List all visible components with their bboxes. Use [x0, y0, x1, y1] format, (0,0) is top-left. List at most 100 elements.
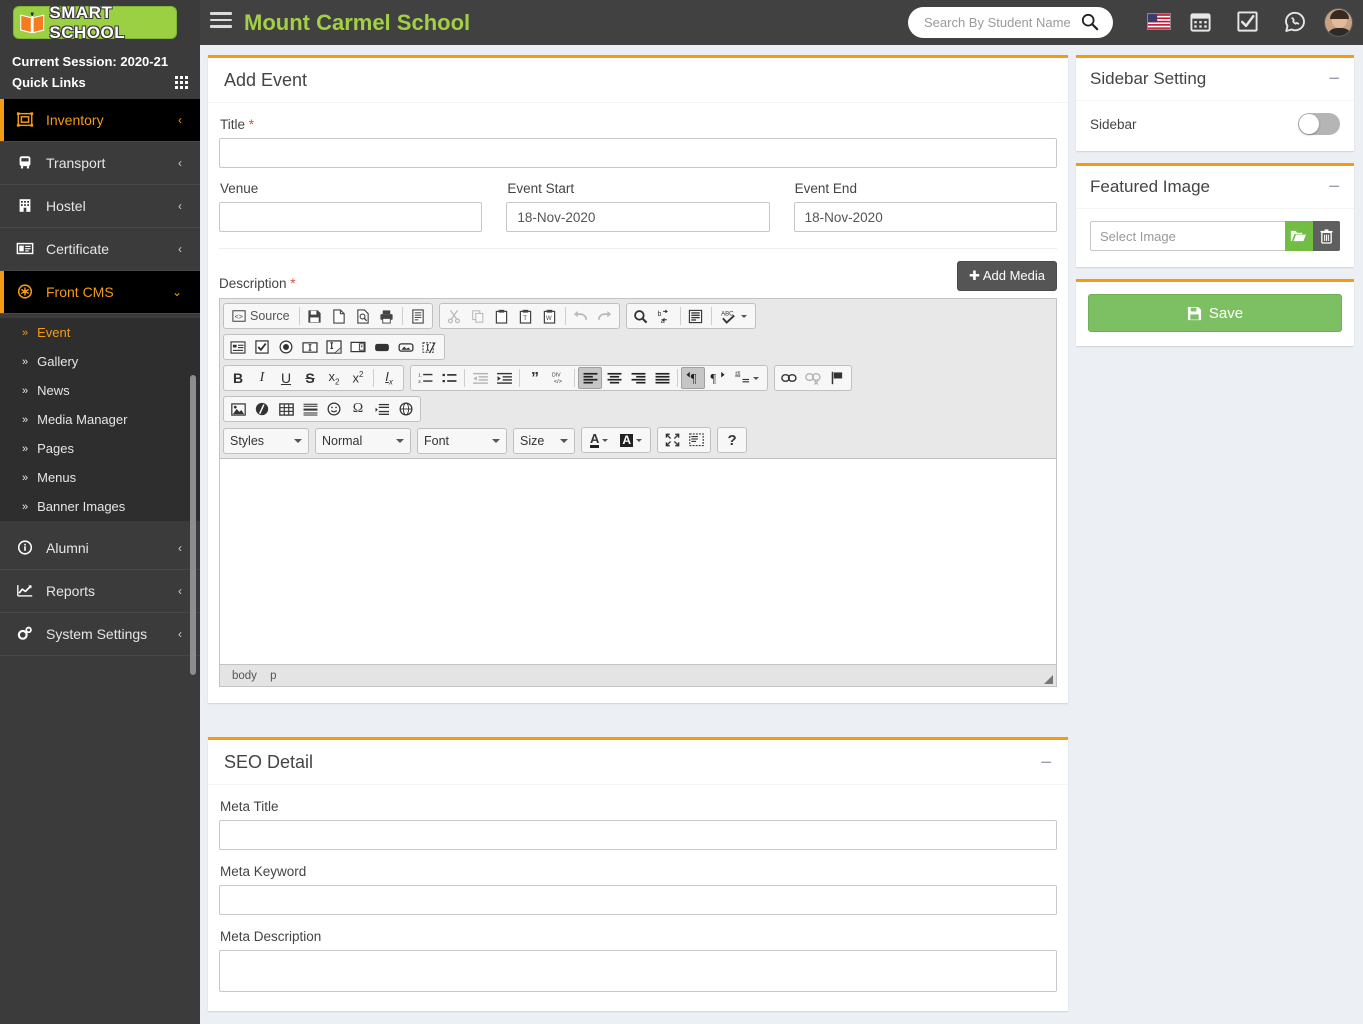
sidebar-scrollbar[interactable]	[190, 375, 196, 675]
chevron-down-icon[interactable]	[753, 376, 759, 380]
checkbox-icon[interactable]	[1236, 10, 1262, 36]
link-icon[interactable]	[777, 367, 801, 389]
outdent-icon[interactable]	[468, 367, 492, 389]
background-color-icon[interactable]: A	[614, 429, 648, 451]
calendar-icon[interactable]	[1189, 10, 1215, 36]
smiley-icon[interactable]	[322, 398, 346, 420]
collapse-icon[interactable]: −	[1328, 177, 1340, 197]
editor-resize-handle[interactable]	[1044, 675, 1053, 684]
save-icon[interactable]	[303, 305, 327, 327]
textarea-icon[interactable]	[322, 336, 346, 358]
language-icon[interactable]: 語	[729, 367, 765, 389]
new-page-icon[interactable]	[327, 305, 351, 327]
superscript-icon[interactable]: x2	[346, 367, 370, 389]
meta-title-input[interactable]	[219, 820, 1057, 850]
sidebar-item-hostel[interactable]: Hostel ‹	[0, 185, 200, 228]
italic-icon[interactable]: I	[250, 367, 274, 389]
subscript-icon[interactable]: x2	[322, 367, 346, 389]
source-icon[interactable]: <> Source	[226, 305, 296, 327]
align-left-icon[interactable]	[578, 367, 602, 389]
about-icon[interactable]: ?	[720, 429, 744, 451]
folder-open-icon[interactable]	[1285, 221, 1313, 251]
radio-icon[interactable]	[274, 336, 298, 358]
sidebar-item-media-manager[interactable]: » Media Manager	[0, 405, 200, 434]
font-select[interactable]: Font	[417, 428, 507, 454]
form-icon[interactable]	[226, 336, 250, 358]
chevron-down-icon[interactable]	[740, 314, 747, 318]
sidebar-item-certificate[interactable]: Certificate ‹	[0, 228, 200, 271]
remove-format-icon[interactable]: Ix	[377, 367, 401, 389]
breadcrumb-p[interactable]: p	[270, 670, 276, 682]
format-select[interactable]: Normal	[315, 428, 411, 454]
special-char-icon[interactable]: Ω	[346, 398, 370, 420]
size-select[interactable]: Size	[513, 428, 575, 454]
event-end-input[interactable]	[793, 202, 1057, 232]
search-input[interactable]	[922, 7, 1072, 38]
smart-school-logo[interactable]: SMART SCHOOL	[13, 3, 177, 42]
sidebar-item-event[interactable]: » Event	[0, 318, 200, 347]
sidebar-item-transport[interactable]: Transport ‹	[0, 142, 200, 185]
select-field-icon[interactable]	[346, 336, 370, 358]
hidden-field-icon[interactable]	[418, 336, 442, 358]
spellcheck-icon[interactable]: ABC	[715, 305, 753, 327]
breadcrumb-body[interactable]: body	[232, 670, 257, 682]
replace-icon[interactable]: ba	[653, 305, 677, 327]
flash-icon[interactable]	[250, 398, 274, 420]
show-blocks-icon[interactable]	[684, 429, 708, 451]
sidebar-item-news[interactable]: » News	[0, 376, 200, 405]
sidebar-item-gallery[interactable]: » Gallery	[0, 347, 200, 376]
maximize-icon[interactable]	[660, 429, 684, 451]
logo-container[interactable]: SMART SCHOOL	[0, 0, 200, 45]
strike-icon[interactable]: S	[298, 367, 322, 389]
justify-icon[interactable]	[650, 367, 674, 389]
styles-select[interactable]: Styles	[223, 428, 309, 454]
blockquote-icon[interactable]: ”	[523, 367, 547, 389]
quick-links-row[interactable]: Quick Links	[0, 69, 200, 99]
whatsapp-icon[interactable]	[1283, 10, 1309, 36]
meta-description-textarea[interactable]	[219, 950, 1057, 992]
underline-icon[interactable]: U	[274, 367, 298, 389]
sidebar-item-pages[interactable]: » Pages	[0, 434, 200, 463]
numbered-list-icon[interactable]: 1. 2.	[413, 367, 437, 389]
cut-icon[interactable]	[442, 305, 466, 327]
redo-icon[interactable]	[593, 305, 617, 327]
search-icon[interactable]	[1081, 13, 1099, 31]
sidebar-item-alumni[interactable]: Alumni ‹	[0, 527, 200, 570]
paste-word-icon[interactable]: W	[538, 305, 562, 327]
title-input[interactable]	[219, 138, 1057, 168]
editor-content-area[interactable]	[220, 459, 1056, 664]
meta-keyword-input[interactable]	[219, 885, 1057, 915]
image-icon[interactable]	[226, 398, 250, 420]
trash-icon[interactable]	[1312, 221, 1340, 251]
iframe-icon[interactable]	[394, 398, 418, 420]
paste-icon[interactable]	[490, 305, 514, 327]
find-icon[interactable]	[629, 305, 653, 327]
grid-icon[interactable]	[175, 76, 188, 89]
table-icon[interactable]	[274, 398, 298, 420]
button-icon[interactable]	[370, 336, 394, 358]
us-flag-icon[interactable]	[1147, 13, 1171, 30]
sidebar-item-banner-images[interactable]: » Banner Images	[0, 492, 200, 521]
undo-icon[interactable]	[569, 305, 593, 327]
sidebar-item-system-settings[interactable]: System Settings ‹	[0, 613, 200, 656]
select-image-input[interactable]	[1090, 221, 1285, 251]
sidebar-item-reports[interactable]: Reports ‹	[0, 570, 200, 613]
hrule-icon[interactable]	[298, 398, 322, 420]
page-break-icon[interactable]	[370, 398, 394, 420]
indent-icon[interactable]	[492, 367, 516, 389]
div-icon[interactable]: DIV </>	[547, 367, 571, 389]
venue-input[interactable]	[219, 202, 483, 232]
text-color-icon[interactable]: A	[584, 429, 614, 451]
rtl-icon[interactable]: ¶	[705, 367, 729, 389]
select-all-icon[interactable]	[684, 305, 708, 327]
print-icon[interactable]	[375, 305, 399, 327]
hamburger-icon[interactable]	[210, 12, 232, 32]
checkbox-field-icon[interactable]	[250, 336, 274, 358]
sidebar-item-front-cms[interactable]: Front CMS ⌄	[0, 271, 200, 314]
sidebar-item-menus[interactable]: » Menus	[0, 463, 200, 492]
text-field-icon[interactable]	[298, 336, 322, 358]
add-media-button[interactable]: ✚ Add Media	[957, 261, 1057, 291]
search-box[interactable]	[908, 7, 1113, 38]
copy-icon[interactable]	[466, 305, 490, 327]
collapse-icon[interactable]: −	[1328, 69, 1340, 89]
